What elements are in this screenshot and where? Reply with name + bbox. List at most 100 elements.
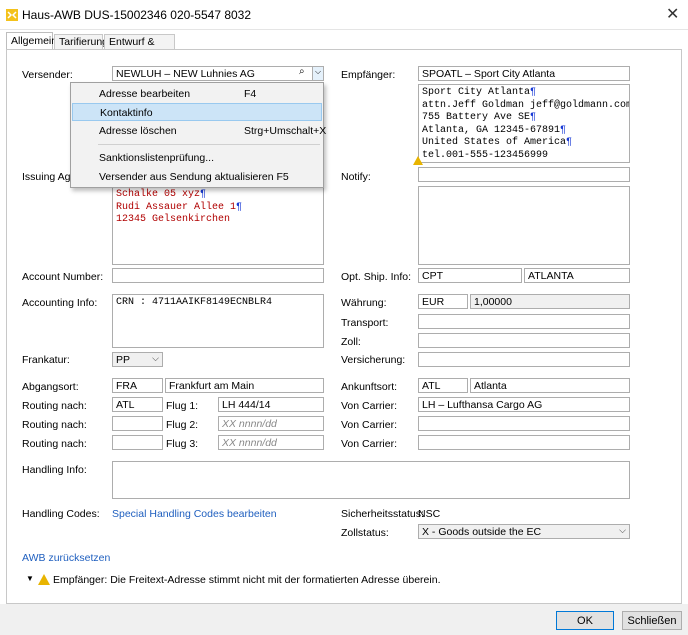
routing-to-2[interactable]: [112, 416, 163, 431]
label-flug-2: Flug 2:: [166, 419, 199, 431]
menu-item-kontaktinfo[interactable]: Kontaktinfo: [72, 103, 322, 121]
flight-1-input[interactable]: LH 444/14: [218, 397, 324, 412]
warning-icon: [38, 574, 50, 585]
tab-tarifierung[interactable]: Tarifierung: [54, 34, 108, 49]
pilcrow-icon: ¶: [560, 124, 567, 136]
empfaenger-address-line-text: 755 Battery Ave SE: [422, 112, 531, 124]
label-flug-1: Flug 1:: [166, 400, 199, 412]
empfaenger-address-line: 755 Battery Ave SE¶: [422, 112, 626, 125]
label-waehrung: Währung:: [341, 297, 387, 309]
menu-item-label: Sanktionslistenprüfung...: [99, 152, 214, 164]
pilcrow-icon: ¶: [566, 137, 573, 149]
awb-reset-link[interactable]: AWB zurücksetzen: [22, 552, 110, 564]
menu-item-sanktionslistenpruefung[interactable]: Sanktionslistenprüfung...: [72, 149, 322, 167]
empfaenger-address-line: United States of America¶: [422, 137, 626, 150]
carrier-3-input[interactable]: [418, 435, 630, 450]
zollstatus-select[interactable]: X - Goods outside the EC ⌵: [418, 524, 630, 539]
empfaenger-address[interactable]: Sport City Atlanta¶ attn.Jeff Goldman jef…: [418, 84, 630, 163]
account-number-input[interactable]: [112, 268, 324, 283]
label-empfaenger: Empfänger:: [341, 69, 396, 81]
empfaenger-address-line-text: attn.Jeff Goldman jeff@goldmann.com: [422, 99, 630, 111]
accounting-info-area[interactable]: CRN : 4711AAIKF8149ECNBLR4: [112, 294, 324, 348]
issuing-agent-address-line-text: 12345 Gelsenkirchen: [116, 214, 231, 226]
opt-ship-info-city[interactable]: ATLANTA: [524, 268, 630, 283]
empfaenger-address-line: Sport City Atlanta¶: [422, 87, 626, 100]
tab-entwurf-druck[interactable]: Entwurf & Druck: [104, 34, 175, 60]
menu-item-adresse-bearbeiten[interactable]: Adresse bearbeiten F4: [72, 85, 322, 103]
notify-field[interactable]: [418, 167, 630, 182]
abgangsort-code[interactable]: FRA: [112, 378, 163, 393]
app-icon: [6, 9, 18, 21]
label-versender: Versender:: [22, 69, 73, 81]
pilcrow-icon: ¶: [200, 189, 207, 200]
empfaenger-field[interactable]: SPOATL – Sport City Atlanta: [418, 66, 630, 81]
empfaenger-address-line: attn.Jeff Goldman jeff@goldmann.com¶: [422, 100, 629, 113]
pilcrow-icon: ¶: [236, 201, 243, 213]
label-abgangsort: Abgangsort:: [22, 381, 79, 393]
window-title: Haus-AWB DUS-15002346 020-5547 8032: [22, 8, 252, 22]
frankatur-value: PP: [116, 354, 131, 366]
label-ankunftsort: Ankunftsort:: [341, 381, 398, 393]
versicherung-input[interactable]: [418, 352, 630, 367]
ok-button[interactable]: OK: [556, 611, 614, 630]
zoll-input[interactable]: [418, 333, 630, 348]
empfaenger-address-line-text: tel.001-555-123456999: [422, 149, 549, 161]
ankunftsort-name[interactable]: Atlanta: [470, 378, 630, 393]
context-menu: Adresse bearbeiten F4 Kontaktinfo Adress…: [70, 82, 326, 188]
pilcrow-icon: ¶: [530, 112, 537, 124]
menu-item-label: Versender aus Sendung aktualisieren F5: [99, 171, 289, 183]
ankunftsort-code[interactable]: ATL: [418, 378, 468, 393]
abgangsort-name[interactable]: Frankfurt am Main: [165, 378, 324, 393]
chevron-down-icon: ⌵: [619, 525, 626, 535]
menu-item-adresse-loeschen[interactable]: Adresse löschen Strg+Umschalt+X: [72, 122, 326, 140]
empfaenger-address-line-text: United States of America: [422, 137, 567, 149]
sicherheitsstatus-value: NSC: [418, 508, 441, 520]
flight-2-input[interactable]: XX nnnn/dd: [218, 416, 324, 431]
zollstatus-value: X - Goods outside the EC: [422, 526, 542, 538]
label-transport: Transport:: [341, 317, 389, 329]
label-handling-info: Handling Info:: [22, 464, 87, 476]
label-flug-3: Flug 3:: [166, 438, 199, 450]
notify-address[interactable]: [418, 186, 630, 265]
carrier-1-input[interactable]: LH – Lufthansa Cargo AG: [418, 397, 630, 412]
label-routing-1: Routing nach:: [22, 400, 87, 412]
expand-icon[interactable]: ▼: [26, 574, 34, 583]
label-handling-codes: Handling Codes:: [22, 508, 100, 520]
waehrung-code[interactable]: EUR: [418, 294, 468, 309]
handling-info-area[interactable]: [112, 461, 630, 499]
issuing-agent-address-line: 12345 Gelsenkirchen: [116, 214, 320, 227]
frankatur-select[interactable]: PP ⌵: [112, 352, 163, 367]
versender-field[interactable]: NEWLUH – NEW Luhnies AG: [112, 66, 324, 81]
pilcrow-icon: ¶: [530, 87, 537, 98]
menu-item-label: Adresse löschen: [99, 125, 177, 137]
empfaenger-address-line-text: Atlanta, GA 12345-67891: [422, 124, 561, 136]
issuing-agent-address[interactable]: Schalke 05 xyz¶ Rudi Assauer Allee 1¶ 1234…: [112, 186, 324, 265]
close-button[interactable]: Schließen: [622, 611, 682, 630]
label-von-carrier-1: Von Carrier:: [341, 400, 398, 412]
label-versicherung: Versicherung:: [341, 354, 406, 366]
transport-input[interactable]: [418, 314, 630, 329]
label-opt-ship-info: Opt. Ship. Info:: [341, 271, 412, 283]
waehrung-rate: 1,00000: [470, 294, 630, 309]
label-von-carrier-2: Von Carrier:: [341, 419, 398, 431]
flight-3-input[interactable]: XX nnnn/dd: [218, 435, 324, 450]
versender-value: NEWLUH – NEW Luhnies AG: [116, 68, 255, 80]
carrier-2-input[interactable]: [418, 416, 630, 431]
opt-ship-info-code[interactable]: CPT: [418, 268, 522, 283]
close-window-icon[interactable]: ✕: [666, 4, 679, 24]
empfaenger-address-line: Atlanta, GA 12345-67891¶: [422, 125, 626, 138]
label-routing-3: Routing nach:: [22, 438, 87, 450]
routing-to-1[interactable]: ATL: [112, 397, 163, 412]
label-von-carrier-3: Von Carrier:: [341, 438, 398, 450]
menu-item-versender-aktualisieren[interactable]: Versender aus Sendung aktualisieren F5: [72, 168, 322, 186]
menu-item-shortcut: Strg+Umschalt+X: [244, 125, 327, 137]
label-routing-2: Routing nach:: [22, 419, 87, 431]
chevron-down-icon[interactable]: ⌵: [312, 66, 324, 81]
menu-item-label: Adresse bearbeiten: [99, 88, 191, 100]
menu-separator: [98, 144, 320, 145]
routing-to-3[interactable]: [112, 435, 163, 450]
handling-codes-link[interactable]: Special Handling Codes bearbeiten: [112, 508, 277, 520]
tab-allgemein[interactable]: Allgemein: [6, 32, 57, 50]
search-icon[interactable]: ⌕: [299, 66, 305, 77]
empfaenger-address-line-text: Sport City Atlanta: [422, 87, 531, 98]
